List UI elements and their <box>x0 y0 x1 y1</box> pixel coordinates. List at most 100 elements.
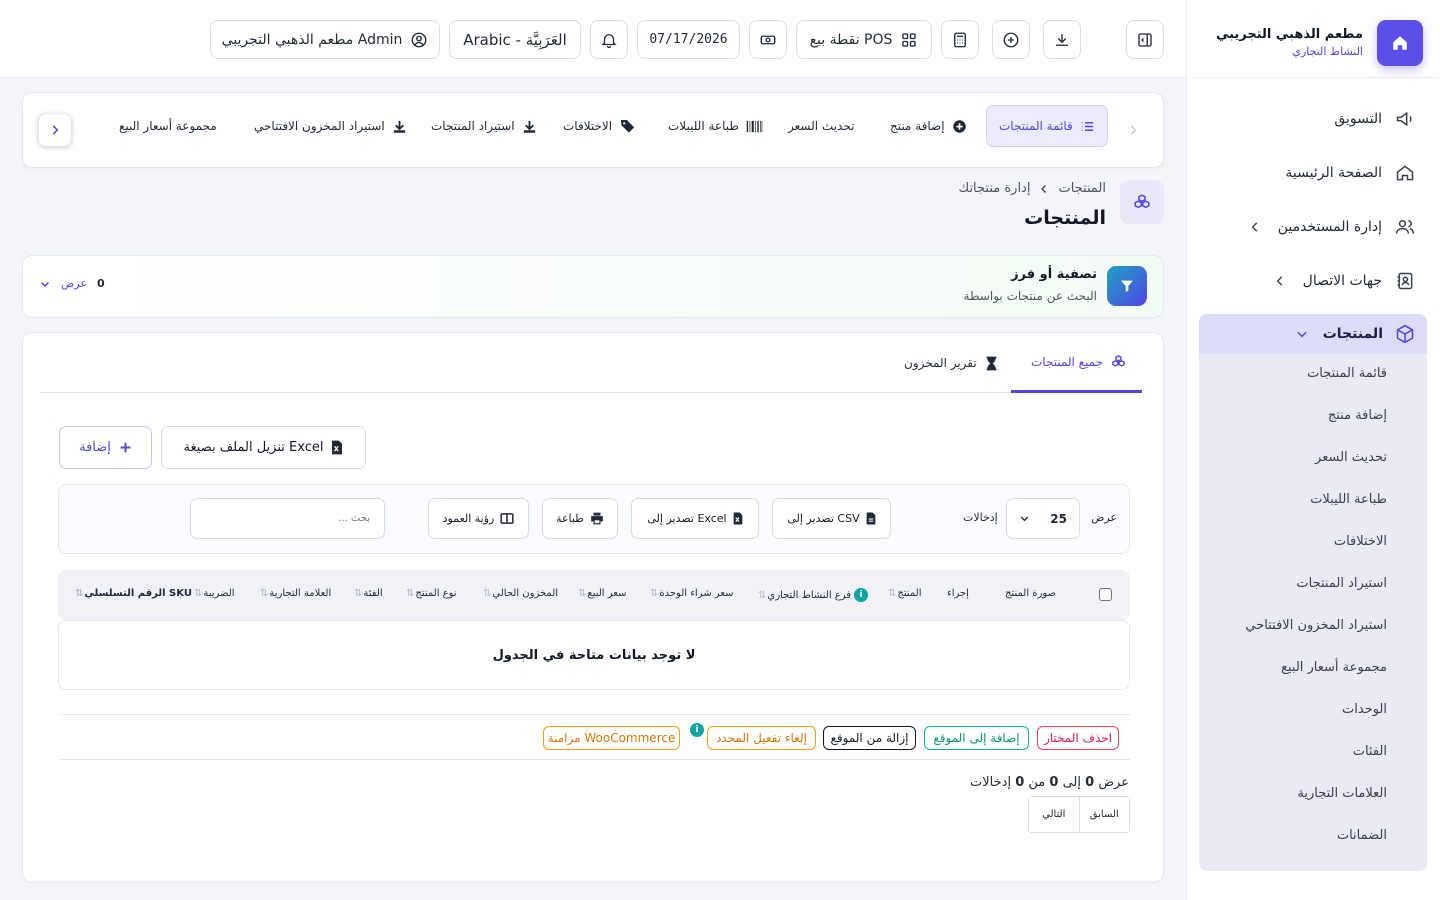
deactivate-selected-button[interactable]: إلغاء تفعيل المحدد <box>707 726 816 750</box>
products-card: جميع المنتجات تقرير المخزون تنزيل الملف … <box>22 332 1164 883</box>
cash-register-button[interactable] <box>749 20 787 59</box>
sidebar-subitem-print-labels[interactable]: طباعة الليبلات <box>1310 492 1387 507</box>
select-all-checkbox[interactable] <box>1099 588 1112 601</box>
column-header-label: المخزون الحالي <box>492 588 559 599</box>
table-header: صورة المنتج إجراء ⇅ المنتج ⇅ فرع النشاط ال… <box>58 570 1130 620</box>
nav-scroll-left-button[interactable] <box>38 113 72 147</box>
filter-count: 0 <box>96 277 105 290</box>
column-header-branch[interactable]: ⇅ فرع النشاط التجاري i <box>758 588 869 602</box>
plus-circle-icon <box>952 119 967 134</box>
sidebar-subitem-selling-price-group[interactable]: مجموعة أسعار البيع <box>1281 660 1387 675</box>
nav-tab-update-price[interactable]: تحديث السعر <box>776 105 866 147</box>
nav-tab-product-list[interactable]: قائمة المنتجات <box>986 105 1108 147</box>
table-info-of-word: من <box>1028 775 1046 790</box>
info-icon[interactable]: i <box>854 588 869 602</box>
tab-all-products[interactable]: جميع المنتجات <box>1011 333 1142 393</box>
sidebar-item-contacts[interactable]: جهات الاتصال <box>1186 261 1440 301</box>
column-header-label: الضريبة <box>203 588 235 599</box>
export-excel-button[interactable]: تصدير إلى Excel <box>631 498 759 539</box>
sidebar-item-users[interactable]: إدارة المستخدمين <box>1186 207 1440 247</box>
sidebar-subitem-warranties[interactable]: الضمانات <box>1337 828 1387 843</box>
nav-tab-variations[interactable]: الاختلافات <box>551 105 648 147</box>
column-header-action: إجراء <box>947 588 969 599</box>
tab-stock-report[interactable]: تقرير المخزون <box>884 333 1018 393</box>
user-menu-button[interactable]: مطعم الذهبي التجريبي Admin <box>210 20 440 59</box>
next-page-button[interactable]: التالي <box>1029 797 1079 832</box>
box-icon <box>1395 324 1415 344</box>
add-to-site-button[interactable]: إضافة إلى الموقع <box>924 726 1029 750</box>
chevron-right-icon <box>48 123 62 137</box>
sidebar-subitem-update-price[interactable]: تحديث السعر <box>1315 450 1387 465</box>
woocommerce-sync-button[interactable]: مزامنة WooCommerce <box>543 726 680 750</box>
remove-from-site-button[interactable]: إزالة من الموقع <box>823 726 916 750</box>
sidebar-subitem-variations[interactable]: الاختلافات <box>1334 534 1387 549</box>
column-header-sku[interactable]: ⇅ الرقم التسلسلي SKU <box>75 588 192 599</box>
nav-tab-label: قائمة المنتجات <box>999 119 1073 133</box>
calculator-button[interactable] <box>941 20 979 59</box>
table-info-total: 0 <box>1015 775 1025 790</box>
info-icon[interactable]: i <box>690 723 704 737</box>
sidebar-item-marketing[interactable]: التسويق <box>1186 99 1440 139</box>
business-subtitle[interactable]: النشاط التجاري <box>1292 45 1363 58</box>
search-input[interactable] <box>190 498 385 539</box>
column-header-brand[interactable]: ⇅ العلامة التجارية <box>260 588 331 599</box>
entries-select[interactable]: 25 <box>1006 498 1080 539</box>
sidebar-item-label: التسويق <box>1334 111 1382 127</box>
filter-button[interactable] <box>1107 266 1147 306</box>
home-button[interactable] <box>1377 20 1423 66</box>
column-header-product[interactable]: ⇅ المنتج <box>888 588 922 599</box>
nav-tab-import-opening-stock[interactable]: استيراد المخزون الافتتاحي <box>242 105 419 147</box>
sidebar-subitem-categories[interactable]: الفئات <box>1353 744 1387 759</box>
home-icon <box>1391 34 1409 52</box>
sidebar-toggle-button[interactable] <box>1126 20 1164 59</box>
column-visibility-button[interactable]: رؤية العمود <box>428 498 529 539</box>
sidebar-subitem-brands[interactable]: العلامات التجارية <box>1297 786 1387 801</box>
column-visibility-label: رؤية العمود <box>442 512 495 525</box>
add-product-button[interactable]: إضافة <box>59 426 152 469</box>
cubes-icon <box>1111 354 1126 369</box>
sort-icon: ⇅ <box>650 588 659 599</box>
file-csv-icon <box>866 512 876 525</box>
sidebar-subitem-import-opening-stock[interactable]: استيراد المخزون الافتتاحي <box>1245 618 1387 633</box>
sidebar-item-home[interactable]: الصفحة الرئيسية <box>1186 153 1440 193</box>
sort-icon: ⇅ <box>354 588 363 599</box>
nav-tab-add-product[interactable]: إضافة منتج <box>878 105 979 147</box>
export-csv-button[interactable]: تصدير إلى CSV <box>772 498 891 539</box>
delete-selected-button[interactable]: احذف المختار <box>1037 726 1119 750</box>
sidebar-item-label: الصفحة الرئيسية <box>1285 165 1382 181</box>
sidebar-subitem-add-product[interactable]: إضافة منتج <box>1328 408 1387 423</box>
nav-tab-import-products[interactable]: استيراد المنتجات <box>419 105 549 147</box>
chevron-left-icon <box>1248 220 1262 234</box>
filter-panel: تصفية أو فرز البحث عن منتجات بواسطة عرض … <box>22 255 1164 318</box>
nav-tab-print-labels[interactable]: طباعة الليبلات <box>656 105 775 147</box>
sidebar-subitem-product-list[interactable]: قائمة المنتجات <box>1307 366 1387 381</box>
download-excel-button[interactable]: تنزيل الملف بصيغة Excel <box>161 426 366 469</box>
language-selector[interactable]: Arabic - العَرَبِيَّة <box>449 20 581 59</box>
column-header-tax[interactable]: ⇅ الضريبة <box>194 588 235 599</box>
previous-page-button[interactable]: السابق <box>1078 797 1129 832</box>
add-button[interactable] <box>992 20 1030 59</box>
table-info-from: 0 <box>1085 775 1095 790</box>
column-header-label: نوع المنتج <box>415 588 457 599</box>
column-header-selling-price[interactable]: ⇅ سعر البيع <box>578 588 626 599</box>
column-header-product-type[interactable]: ⇅ نوع المنتج <box>406 588 457 599</box>
chevron-right-icon <box>1126 123 1140 137</box>
column-header-current-stock[interactable]: ⇅ المخزون الحالي <box>483 588 558 599</box>
sidebar-subitem-import-products[interactable]: استيراد المنتجات <box>1296 576 1387 591</box>
sidebar-subitem-units[interactable]: الوحدات <box>1342 702 1387 717</box>
megaphone-icon <box>1394 108 1416 130</box>
column-header-category[interactable]: ⇅ الفئة <box>354 588 383 599</box>
download-button[interactable] <box>1043 20 1081 59</box>
pagination: التالي السابق <box>1028 796 1130 833</box>
notifications-button[interactable] <box>590 20 628 59</box>
pos-button[interactable]: نقطة بيع POS <box>796 20 932 59</box>
nav-scroll-right-button[interactable] <box>1116 113 1150 147</box>
sidebar-item-products[interactable]: المنتجات <box>1199 314 1427 354</box>
hourglass-icon <box>985 356 998 371</box>
nav-tab-selling-price-group[interactable]: مجموعة أسعار البيع <box>107 105 229 147</box>
download-icon <box>1053 31 1071 49</box>
column-header-unit-purchase-price[interactable]: ⇅ سعر شراء الوحدة <box>650 588 734 599</box>
filter-toggle[interactable]: عرض 0 <box>39 277 121 290</box>
breadcrumb-root[interactable]: المنتجات <box>1058 181 1106 196</box>
print-button[interactable]: طباعة <box>542 498 618 539</box>
